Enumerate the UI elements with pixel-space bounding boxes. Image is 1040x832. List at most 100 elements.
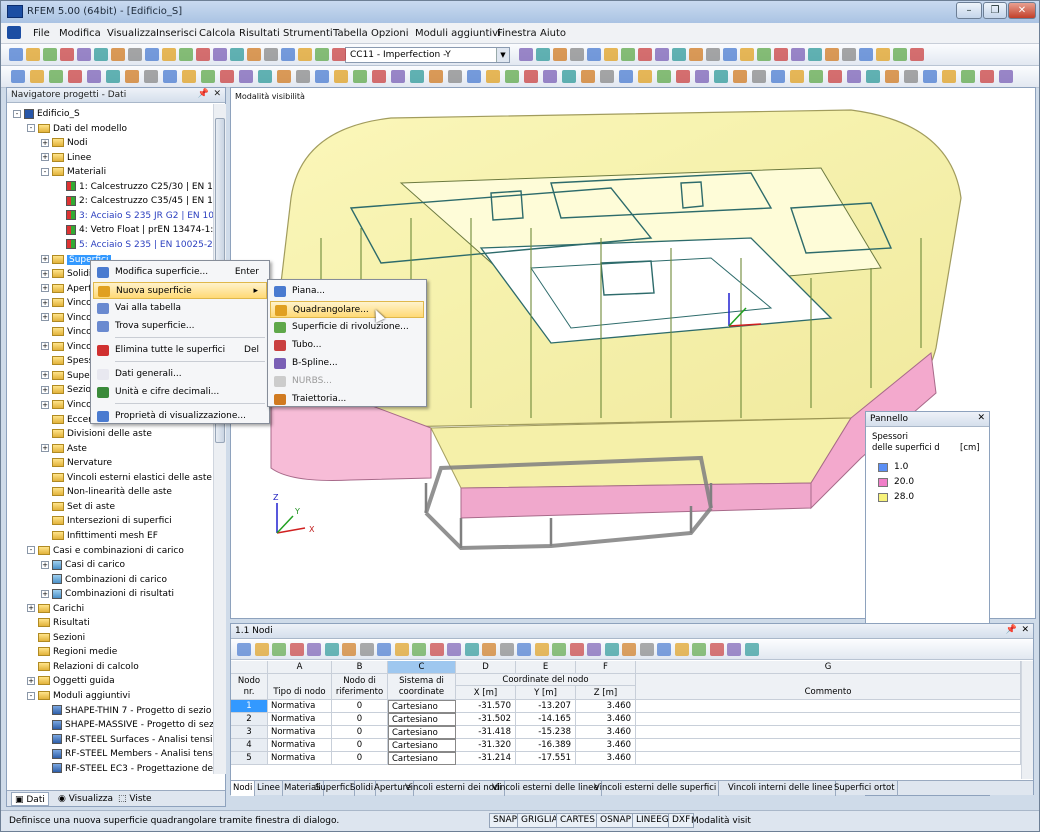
table-cell[interactable] <box>636 739 1021 752</box>
tree-item[interactable]: Non-linearità delle aste <box>41 486 172 500</box>
table-tool-icon[interactable] <box>464 643 479 656</box>
toolbar-tool-icon[interactable] <box>448 70 462 83</box>
table-tool-icon[interactable] <box>534 643 549 656</box>
toolbar-tool-icon[interactable] <box>828 70 842 83</box>
table-tool-icon[interactable] <box>342 643 356 656</box>
toolbar-tool-icon[interactable] <box>162 48 176 61</box>
table-scrollbar[interactable] <box>1021 661 1033 779</box>
toolbar-tool-icon[interactable] <box>999 70 1013 83</box>
tree-item[interactable]: Divisioni delle aste <box>41 428 152 442</box>
toolbar-tool-icon[interactable] <box>842 48 856 61</box>
context-menu-item[interactable]: Unità e cifre decimali... <box>93 384 267 401</box>
toolbar-tool-icon[interactable] <box>752 70 766 83</box>
toolbar-tool-icon[interactable] <box>657 70 671 83</box>
tree-item[interactable]: + Nodi <box>41 137 87 151</box>
toolbar-tool-icon[interactable] <box>570 48 584 61</box>
toolbar-tool-icon[interactable] <box>505 70 519 83</box>
table-tab[interactable]: Vincoli esterni delle linee <box>490 781 602 796</box>
toolbar-tool-icon[interactable] <box>581 70 595 83</box>
toolbar-tool-icon[interactable] <box>298 48 312 61</box>
tab-viste[interactable]: ⬚ Viste <box>115 792 155 806</box>
table-cell[interactable]: 1 <box>231 700 268 713</box>
table-cell[interactable]: Cartesiano <box>388 700 456 713</box>
toolbar-tool-icon[interactable] <box>587 48 601 61</box>
table-cell[interactable]: Cartesiano <box>388 752 456 765</box>
toolbar-tool-icon[interactable] <box>179 48 193 61</box>
table-cell[interactable]: Normativa <box>268 700 332 713</box>
toolbar-tool-icon[interactable] <box>961 70 975 83</box>
toolbar-tool-icon[interactable] <box>258 70 272 83</box>
toolbar-tool-icon[interactable] <box>9 48 23 61</box>
toolbar-tool-icon[interactable] <box>619 70 633 83</box>
close-icon[interactable]: ✕ <box>213 89 221 99</box>
toolbar-tool-icon[interactable] <box>247 48 261 61</box>
tree-item[interactable]: 5: Acciaio S 235 | EN 10025-2:20 <box>55 239 213 253</box>
cartes-button[interactable]: CARTES <box>556 813 599 828</box>
table-tab[interactable]: Superfici ortot <box>832 781 898 796</box>
toolbar-tool-icon[interactable] <box>808 48 822 61</box>
toolbar-tool-icon[interactable] <box>196 48 210 61</box>
table-tool-icon[interactable] <box>692 643 706 656</box>
context-menu-item[interactable]: Modifica superficie... Enter <box>93 264 267 281</box>
toolbar-tool-icon[interactable] <box>655 48 669 61</box>
table-cell[interactable]: 3.460 <box>576 713 636 726</box>
toolbar-tool-icon[interactable] <box>519 48 533 61</box>
expand-toggle-icon[interactable]: - <box>41 167 49 176</box>
toolbar-tool-icon[interactable] <box>111 48 125 61</box>
toolbar-tool-icon[interactable] <box>144 70 158 83</box>
toolbar-tool-icon[interactable] <box>714 70 728 83</box>
toolbar-tool-icon[interactable] <box>281 48 295 61</box>
menu-finestra[interactable]: Finestra <box>497 28 537 39</box>
toolbar-tool-icon[interactable] <box>87 70 101 83</box>
table-cell[interactable]: 4 <box>231 739 268 752</box>
toolbar-tool-icon[interactable] <box>486 70 500 83</box>
table-cell[interactable]: Normativa <box>268 752 332 765</box>
tree-item[interactable]: Risultati <box>27 617 90 631</box>
toolbar-tool-icon[interactable] <box>239 70 253 83</box>
table-cell[interactable]: 0 <box>332 713 388 726</box>
expand-toggle-icon[interactable]: - <box>27 691 35 700</box>
menu-inserisci[interactable]: Inserisci <box>156 28 197 39</box>
toolbar-tool-icon[interactable] <box>182 70 196 83</box>
table-cell[interactable]: 3 <box>231 726 268 739</box>
toolbar-tool-icon[interactable] <box>277 70 291 83</box>
tree-item[interactable]: + Aste <box>41 443 87 457</box>
toolbar-tool-icon[interactable] <box>910 48 924 61</box>
table-tool-icon[interactable] <box>377 643 391 656</box>
expand-toggle-icon[interactable]: - <box>13 109 21 118</box>
expand-toggle-icon[interactable]: + <box>41 444 49 453</box>
toolbar-tool-icon[interactable] <box>866 70 880 83</box>
navigator-scrollbar[interactable] <box>213 104 226 774</box>
tree-item[interactable]: + Solidi <box>41 268 91 282</box>
table-tool-icon[interactable] <box>657 643 671 656</box>
toolbar-tool-icon[interactable] <box>68 70 82 83</box>
table-tool-icon[interactable] <box>552 643 566 656</box>
toolbar-tool-icon[interactable] <box>315 48 329 61</box>
tree-item[interactable]: Vincoli esterni elastici delle aste <box>41 472 212 486</box>
tree-item[interactable]: - Dati del modello <box>27 123 127 137</box>
table-tool-icon[interactable] <box>744 643 759 656</box>
toolbar-tool-icon[interactable] <box>94 48 108 61</box>
table-cell[interactable]: Normativa <box>268 739 332 752</box>
table-tool-icon[interactable] <box>499 643 514 656</box>
table-cell[interactable]: -31.214 <box>456 752 516 765</box>
tree-item[interactable]: Intersezioni di superfici <box>41 515 172 529</box>
tree-item[interactable]: - Moduli aggiuntivi <box>27 690 130 704</box>
submenu-item[interactable]: Quadrangolare... <box>270 301 424 318</box>
lineeg-button[interactable]: LINEEG <box>632 813 673 828</box>
table-tool-icon[interactable] <box>289 643 304 656</box>
toolbar-tool-icon[interactable] <box>429 70 443 83</box>
expand-toggle-icon[interactable]: + <box>41 313 49 322</box>
table-cell[interactable]: -16.389 <box>516 739 576 752</box>
table-tool-icon[interactable] <box>604 643 619 656</box>
tree-item[interactable]: SHAPE-THIN 7 - Progetto di sezio <box>41 705 211 719</box>
tree-item[interactable]: + Carichi <box>27 603 84 617</box>
toolbar-tool-icon[interactable] <box>467 70 481 83</box>
toolbar-tool-icon[interactable] <box>723 48 737 61</box>
toolbar-tool-icon[interactable] <box>77 48 91 61</box>
table-tool-icon[interactable] <box>727 643 741 656</box>
toolbar-tool-icon[interactable] <box>847 70 861 83</box>
table-tool-icon[interactable] <box>569 643 584 656</box>
expand-toggle-icon[interactable]: + <box>41 138 49 147</box>
tree-item[interactable]: Regioni medie <box>27 646 117 660</box>
